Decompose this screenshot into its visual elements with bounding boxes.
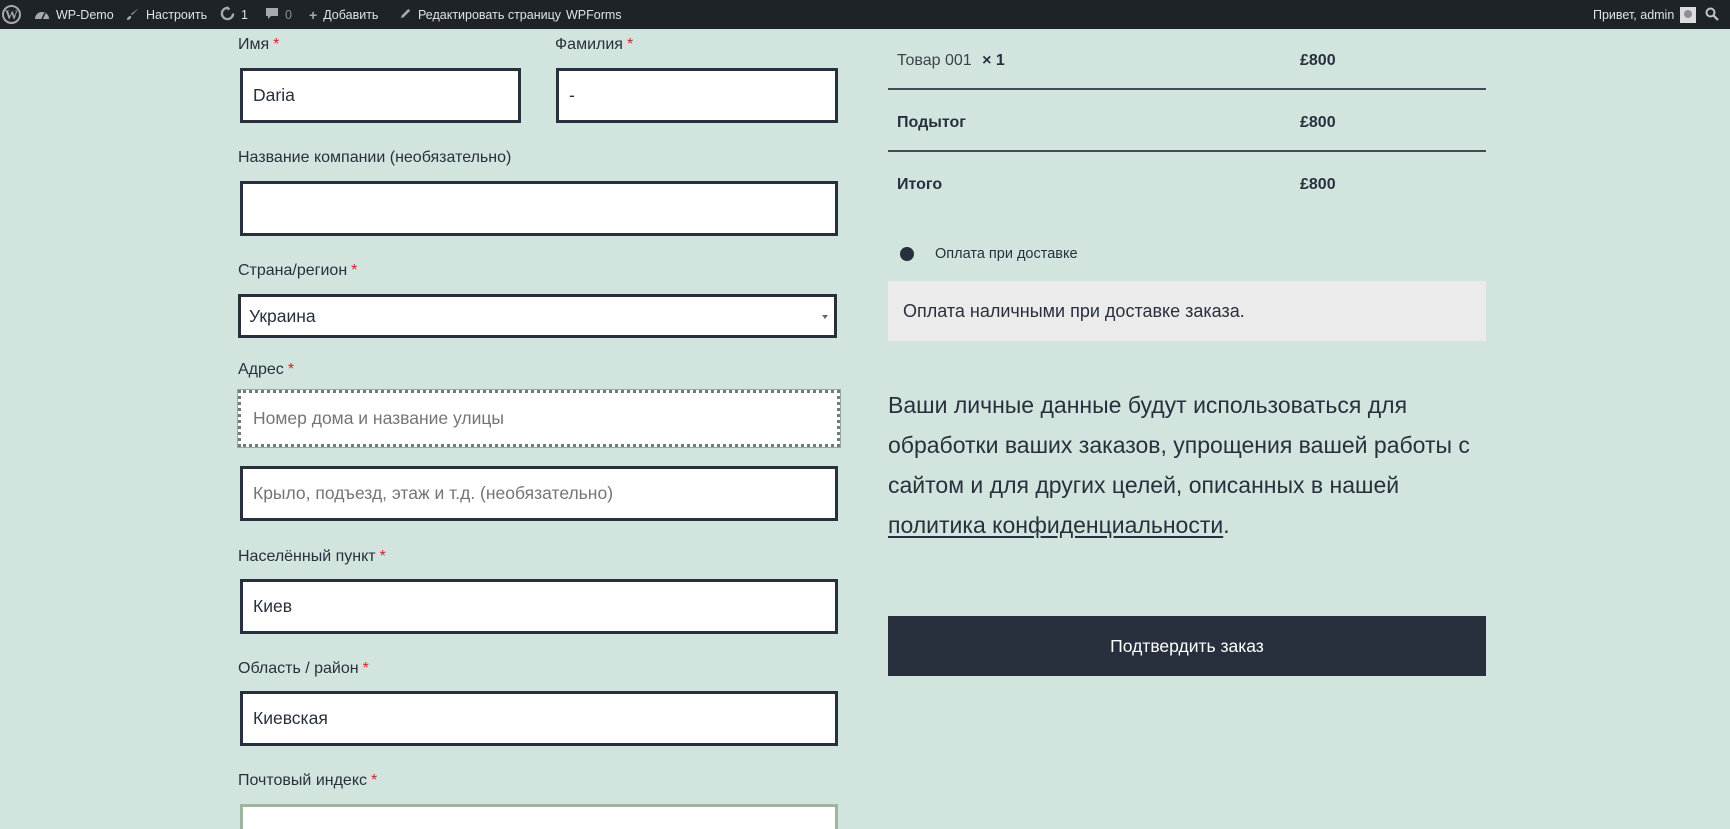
privacy-notice: Ваши личные данные будут использоваться … (888, 392, 1470, 538)
country-select[interactable]: Украина (238, 294, 837, 338)
city-input[interactable] (253, 596, 825, 617)
plus-icon: + (309, 6, 318, 23)
place-order-button[interactable]: Подтвердить заказ (888, 616, 1486, 676)
last-name-input[interactable] (569, 85, 825, 106)
city-field[interactable] (240, 579, 838, 634)
country-label: Страна/регион * (238, 262, 358, 279)
customize-link[interactable]: Настроить (126, 0, 207, 29)
first-name-field[interactable] (240, 68, 521, 123)
address-line1-input[interactable] (253, 408, 827, 429)
comments-link[interactable]: 0 (265, 0, 292, 29)
wordpress-logo-icon: W (2, 5, 21, 24)
first-name-label: Имя * (238, 36, 280, 53)
paintbrush-icon (126, 7, 140, 23)
postcode-input[interactable] (253, 821, 825, 829)
address-line2-field[interactable] (240, 466, 838, 521)
order-item-name: Товар 001 (897, 52, 972, 69)
subtotal-value: £800 (1300, 114, 1336, 131)
dashboard-icon (34, 7, 50, 23)
postcode-label: Почтовый индекс * (238, 772, 378, 789)
admin-search[interactable] (1705, 0, 1719, 29)
state-input[interactable] (253, 708, 825, 729)
avatar (1680, 6, 1697, 23)
last-name-label: Фамилия * (555, 36, 634, 53)
postcode-field[interactable] (240, 804, 838, 829)
pencil-icon (399, 7, 412, 22)
total-value: £800 (1300, 176, 1336, 193)
address-line2-input[interactable] (253, 483, 825, 504)
subtotal-label: Подытог (897, 114, 966, 131)
updates-icon (220, 6, 235, 23)
total-label: Итого (897, 176, 943, 193)
privacy-policy-link[interactable]: политика конфиденциальности (888, 512, 1223, 538)
city-label: Населённый пункт * (238, 548, 386, 565)
comment-icon (265, 7, 279, 23)
site-name-link[interactable]: WP-Demo (34, 0, 114, 29)
wpforms-link[interactable]: WPForms (566, 0, 622, 29)
order-item-row: Товар 001 × 1 (897, 52, 1005, 70)
new-content-link[interactable]: + Добавить (309, 0, 378, 29)
order-item-price: £800 (1300, 52, 1336, 69)
order-item-qty: × 1 (982, 52, 1005, 69)
first-name-input[interactable] (253, 85, 508, 106)
state-label: Область / район * (238, 660, 369, 677)
company-input[interactable] (253, 198, 825, 219)
company-label: Название компании (необязательно) (238, 149, 512, 166)
address-label: Адрес * (238, 361, 295, 378)
last-name-field[interactable] (556, 68, 838, 123)
wp-logo-menu[interactable]: W (2, 0, 21, 29)
divider (888, 150, 1486, 152)
payment-radio[interactable] (900, 247, 914, 261)
edit-page-link[interactable]: Редактировать страницу (399, 0, 561, 29)
company-field[interactable] (240, 181, 838, 236)
search-icon (1705, 7, 1719, 23)
payment-method-label[interactable]: Оплата при доставке (935, 246, 1078, 262)
state-field[interactable] (240, 691, 838, 746)
address-line1-field[interactable]: I (237, 389, 841, 448)
admin-bar: W WP-Demo Настроить 1 0 + Добавить Редак… (0, 0, 1730, 29)
my-account-menu[interactable]: Привет, admin (1593, 0, 1697, 29)
divider (888, 88, 1486, 90)
updates-link[interactable]: 1 (220, 0, 248, 29)
chevron-down-icon (822, 315, 828, 319)
payment-description: Оплата наличными при доставке заказа. (888, 281, 1486, 341)
